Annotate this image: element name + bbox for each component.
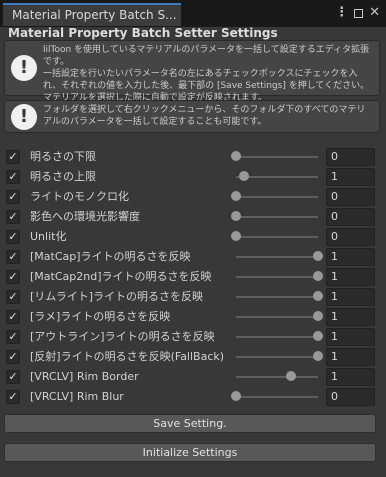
property-value-field[interactable]: 1	[326, 248, 375, 266]
window-controls: ⋮ ✕	[335, 4, 380, 22]
property-slider-thumb[interactable]	[231, 191, 241, 201]
property-value-field[interactable]: 0	[326, 148, 375, 166]
property-row: ✓ [VRCLV] Rim Border 1	[0, 367, 386, 387]
property-value-field[interactable]: 1	[326, 308, 375, 326]
initialize-settings-button[interactable]: Initialize Settings	[4, 443, 376, 462]
property-slider-track[interactable]	[236, 316, 318, 318]
property-slider-thumb[interactable]	[313, 351, 323, 361]
property-slider-thumb[interactable]	[231, 231, 241, 241]
kebab-menu-icon[interactable]: ⋮	[335, 4, 348, 22]
property-label: 明るさの下限	[30, 150, 96, 163]
property-row: ✓ Unlit化 0	[0, 227, 386, 247]
property-slider-thumb[interactable]	[313, 311, 323, 321]
property-checkbox[interactable]: ✓	[6, 210, 20, 224]
help-text: lilToon を使用しているマテリアルのパラメータを一括して設定するエディタ拡…	[43, 45, 370, 103]
property-checkbox[interactable]: ✓	[6, 370, 20, 384]
property-checkbox[interactable]: ✓	[6, 170, 20, 184]
property-slider-thumb[interactable]	[231, 151, 241, 161]
property-checkbox[interactable]: ✓	[6, 350, 20, 364]
property-label: [MatCap]ライトの明るさを反映	[30, 250, 191, 263]
property-slider-thumb[interactable]	[231, 211, 241, 221]
property-row: ✓ 明るさの下限 0	[0, 147, 386, 167]
info-icon: !	[11, 55, 37, 81]
property-slider-thumb[interactable]	[313, 331, 323, 341]
close-icon[interactable]: ✕	[369, 4, 380, 22]
property-slider-track[interactable]	[236, 156, 318, 158]
property-slider-track[interactable]	[236, 376, 318, 378]
property-slider-thumb[interactable]	[239, 171, 250, 181]
property-slider-track[interactable]	[236, 256, 318, 258]
property-slider-thumb[interactable]	[285, 371, 296, 381]
property-slider-thumb[interactable]	[313, 251, 323, 261]
save-settings-button[interactable]: Save Setting.	[4, 414, 376, 433]
property-slider-track[interactable]	[236, 276, 318, 278]
property-label: 影色への環境光影響度	[30, 210, 140, 223]
property-label: [アウトライン]ライトの明るさを反映	[30, 330, 215, 343]
window-tab[interactable]: Material Property Batch S...	[3, 3, 181, 26]
property-checkbox[interactable]: ✓	[6, 270, 20, 284]
property-value-field[interactable]: 1	[326, 168, 375, 186]
property-label: [VRCLV] Rim Border	[30, 370, 139, 383]
property-label: 明るさの上限	[30, 170, 96, 183]
property-label: [リムライト]ライトの明るさを反映	[30, 290, 204, 303]
property-label: [反射]ライトの明るさを反映(FallBack)	[30, 350, 225, 363]
maximize-icon[interactable]	[354, 9, 364, 18]
property-value-field[interactable]: 0	[326, 188, 375, 206]
property-label: ライトのモノクロ化	[30, 190, 129, 203]
property-checkbox[interactable]: ✓	[6, 290, 20, 304]
property-row: ✓ [MatCap2nd]ライトの明るさを反映 1	[0, 267, 386, 287]
property-value-field[interactable]: 0	[326, 228, 375, 246]
property-row: ✓ [アウトライン]ライトの明るさを反映 1	[0, 327, 386, 347]
property-slider-track[interactable]	[236, 336, 318, 338]
property-checkbox[interactable]: ✓	[6, 310, 20, 324]
property-value-field[interactable]: 1	[326, 328, 375, 346]
property-list: ✓ 明るさの下限 0 ✓ 明るさの上限 1 ✓ ライトのモノクロ化 0 ✓ 影色への環境光影響度 0 ✓…	[0, 147, 386, 407]
property-checkbox[interactable]: ✓	[6, 230, 20, 244]
property-slider-thumb[interactable]	[313, 291, 323, 301]
property-label: [ラメ]ライトの明るさを反映	[30, 310, 171, 323]
property-row: ✓ 影色への環境光影響度 0	[0, 207, 386, 227]
property-row: ✓ 明るさの上限 1	[0, 167, 386, 187]
property-label: [MatCap2nd]ライトの明るさを反映	[30, 270, 212, 283]
property-slider-thumb[interactable]	[313, 271, 323, 281]
help-box-usage: ! lilToon を使用しているマテリアルのパラメータを一括して設定するエディ…	[4, 40, 380, 103]
property-slider-track[interactable]	[236, 196, 318, 198]
property-value-field[interactable]: 1	[326, 348, 375, 366]
property-slider-track[interactable]	[236, 396, 318, 398]
property-slider-track[interactable]	[236, 356, 318, 358]
property-slider-track[interactable]	[236, 296, 318, 298]
property-row: ✓ [反射]ライトの明るさを反映(FallBack) 1	[0, 347, 386, 367]
property-checkbox[interactable]: ✓	[6, 150, 20, 164]
window-tab-bar: Material Property Batch S... ⋮ ✕	[0, 0, 386, 27]
page-title: Material Property Batch Setter Settings	[8, 26, 278, 40]
help-text: フォルダを選択して右クリックメニューから、そのフォルダ下のすべてのマテリアルのパ…	[43, 105, 366, 127]
property-value-field[interactable]: 1	[326, 288, 375, 306]
property-label: [VRCLV] Rim Blur	[30, 390, 124, 403]
property-checkbox[interactable]: ✓	[6, 390, 20, 404]
property-row: ✓ [MatCap]ライトの明るさを反映 1	[0, 247, 386, 267]
property-value-field[interactable]: 1	[326, 368, 375, 386]
property-slider-track[interactable]	[236, 216, 318, 218]
property-row: ✓ [ラメ]ライトの明るさを反映 1	[0, 307, 386, 327]
property-value-field[interactable]: 1	[326, 268, 375, 286]
property-row: ✓ ライトのモノクロ化 0	[0, 187, 386, 207]
property-checkbox[interactable]: ✓	[6, 190, 20, 204]
info-icon: !	[11, 103, 37, 130]
property-value-field[interactable]: 0	[326, 208, 375, 226]
property-value-field[interactable]: 0	[326, 388, 375, 406]
property-checkbox[interactable]: ✓	[6, 330, 20, 344]
property-slider-track[interactable]	[236, 236, 318, 238]
property-row: ✓ [VRCLV] Rim Blur 0	[0, 387, 386, 407]
property-row: ✓ [リムライト]ライトの明るさを反映 1	[0, 287, 386, 307]
property-label: Unlit化	[30, 230, 67, 243]
property-checkbox[interactable]: ✓	[6, 250, 20, 264]
help-box-folder: ! フォルダを選択して右クリックメニューから、そのフォルダ下のすべてのマテリアル…	[4, 100, 380, 133]
property-slider-thumb[interactable]	[231, 391, 241, 401]
